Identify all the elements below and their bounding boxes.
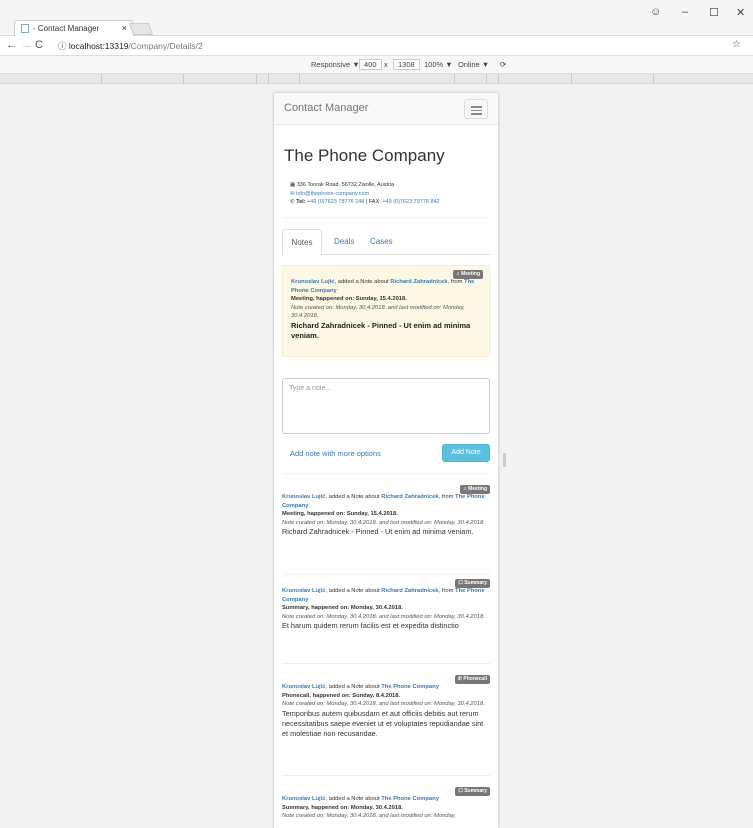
divider bbox=[282, 574, 490, 575]
app-navbar: Contact Manager bbox=[274, 93, 498, 125]
bookmark-star-icon[interactable]: ☆ bbox=[732, 39, 741, 50]
divider bbox=[284, 217, 488, 218]
pinned-note: ♫ Meeting Krunoslav Lujić, added a Note … bbox=[282, 265, 490, 357]
note-meta-text: , from bbox=[447, 279, 465, 285]
url-input[interactable]: ⓘ localhost:13319/Company/Details/2 bbox=[58, 39, 718, 53]
note-happened: Summary, happened on: Monday, 30.4.2018. bbox=[282, 605, 403, 611]
list-item: ✆ Phonecall Krunoslav Lujić, added a Not… bbox=[282, 675, 490, 739]
reload-icon[interactable]: C bbox=[35, 39, 43, 51]
dimension-separator: x bbox=[384, 60, 388, 69]
device-toolbar: Responsive ▼ 400 x 1308 100% ▼ Online ▼ … bbox=[0, 56, 753, 74]
tab-cases[interactable]: Cases bbox=[370, 229, 393, 255]
note-meta-text: , added a Note about bbox=[325, 684, 382, 690]
note-meta-text: , added a Note about bbox=[325, 588, 382, 594]
note-person-link[interactable]: Richard Zahradnicek bbox=[381, 588, 438, 594]
note-type-badge: ☐ Summary bbox=[455, 787, 490, 796]
note-created: Note created on: Monday, 30.4.2018. and … bbox=[282, 813, 456, 819]
company-address: 336 Toorak Road, 56732 Zwolle, Austria bbox=[296, 182, 395, 188]
viewport-width-input[interactable]: 400 bbox=[359, 59, 382, 70]
note-created: Note created on: Monday, 30.4.2018. and … bbox=[282, 519, 485, 526]
device-select[interactable]: Responsive ▼ bbox=[311, 60, 360, 69]
note-person-link[interactable]: Richard Zahradnicek bbox=[390, 279, 447, 285]
note-meta-text: , added a Note about bbox=[325, 494, 382, 500]
page-title: The Phone Company bbox=[284, 146, 445, 165]
browser-tab-strip: - Contact Manager × ☺ – ☐ ✕ bbox=[0, 0, 753, 36]
list-item: ♫ Meeting Krunoslav Lujić, added a Note … bbox=[282, 485, 490, 537]
list-item: ☐ Summary Krunoslav Lujić, added a Note … bbox=[282, 579, 490, 631]
url-host: localhost:13319 bbox=[68, 41, 129, 51]
tab-notes[interactable]: Notes bbox=[282, 229, 322, 255]
hamburger-menu-icon[interactable] bbox=[464, 99, 488, 119]
forward-icon[interactable]: → bbox=[21, 39, 32, 51]
fax-label: | FAX: bbox=[365, 199, 381, 205]
back-icon[interactable]: ← bbox=[6, 39, 17, 51]
list-item: ☐ Summary Krunoslav Lujić, added a Note … bbox=[282, 787, 490, 821]
media-query-ruler bbox=[0, 74, 753, 84]
note-happened: Meeting, happened on: Sunday, 15.4.2018. bbox=[291, 296, 407, 302]
note-author-link[interactable]: Krunoslav Lujić bbox=[282, 796, 326, 802]
divider bbox=[282, 663, 490, 664]
note-meta-text: , added a Note about bbox=[325, 796, 382, 802]
network-select[interactable]: Online ▼ bbox=[458, 60, 489, 69]
viewport-height-input[interactable]: 1308 bbox=[393, 59, 420, 70]
details-tabs: Notes Deals Cases bbox=[282, 229, 490, 255]
new-tab-button[interactable] bbox=[128, 23, 154, 35]
note-type-badge: ♫ Meeting bbox=[452, 270, 483, 279]
note-happened: Phonecall, happened on: Sunday, 8.4.2018… bbox=[282, 692, 401, 699]
emulated-viewport: Contact Manager The Phone Company ▦ 336 … bbox=[274, 93, 498, 828]
note-happened: Summary, happened on: Monday, 30.4.2018. bbox=[282, 804, 403, 811]
browser-tab[interactable]: - Contact Manager × bbox=[14, 20, 134, 36]
note-author-link[interactable]: Krunoslav Lujić bbox=[282, 494, 326, 500]
tab-title: - Contact Manager bbox=[33, 24, 100, 33]
building-icon: ▦ bbox=[290, 182, 297, 188]
tab-deals[interactable]: Deals bbox=[334, 229, 354, 255]
note-meta-text: , added a Note about bbox=[334, 279, 391, 285]
note-person-link[interactable]: Richard Zahradnicek bbox=[381, 494, 438, 500]
note-type-badge: ☐ Summary bbox=[455, 579, 490, 588]
note-happened: Meeting, happened on: Sunday, 15.4.2018. bbox=[282, 511, 398, 517]
note-company-link[interactable]: The Phone Company bbox=[381, 796, 439, 802]
note-company-link[interactable]: The Phone Company bbox=[381, 684, 439, 690]
address-bar: ← → C ⓘ localhost:13319/Company/Details/… bbox=[0, 36, 753, 56]
note-textarea[interactable]: Type a note... bbox=[282, 378, 490, 434]
tel-label: Tel: bbox=[296, 199, 306, 205]
fax-link[interactable]: +49 (0)7623 79776 842 bbox=[382, 199, 439, 205]
more-options-link[interactable]: Add note with more options bbox=[290, 449, 381, 458]
note-text: Et harum quidem rerum facilis est et exp… bbox=[282, 621, 459, 630]
divider bbox=[284, 473, 488, 474]
note-meta-text: , from bbox=[438, 588, 456, 594]
rotate-icon[interactable]: ⟳ bbox=[500, 60, 506, 69]
company-email-link[interactable]: info@thephone-company.com bbox=[296, 191, 369, 197]
divider bbox=[282, 775, 490, 776]
maximize-button[interactable]: ☐ bbox=[709, 6, 719, 19]
viewport-resize-handle[interactable] bbox=[503, 453, 506, 467]
zoom-select[interactable]: 100% ▼ bbox=[424, 60, 453, 69]
page-icon bbox=[21, 24, 29, 33]
tab-close-icon[interactable]: × bbox=[122, 21, 127, 36]
note-author-link[interactable]: Krunoslav Lujić bbox=[291, 279, 335, 285]
note-created: Note created on: Monday, 30.4.2018. and … bbox=[282, 701, 485, 707]
note-text: Richard Zahradnicek - Pinned - Ut enim a… bbox=[291, 320, 471, 340]
note-type-badge: ✆ Phonecall bbox=[454, 675, 490, 684]
note-meta-text: , from bbox=[438, 494, 456, 500]
tel-link[interactable]: +49 (0)7623 78776 248 bbox=[307, 199, 364, 205]
note-author-link[interactable]: Krunoslav Lujić bbox=[282, 684, 326, 690]
note-created: Note created on: Monday, 30.4.2018. and … bbox=[291, 304, 465, 320]
add-note-button[interactable]: Add Note bbox=[442, 444, 490, 462]
brand-link[interactable]: Contact Manager bbox=[284, 102, 368, 114]
note-text: Richard Zahradnicek - Pinned - Ut enim a… bbox=[282, 527, 474, 536]
note-created: Note created on: Monday, 30.4.2018. and … bbox=[282, 613, 485, 620]
note-type-badge: ♫ Meeting bbox=[459, 485, 490, 494]
minimize-button[interactable]: – bbox=[682, 6, 688, 18]
note-text: Temporibus autem quibusdam et aut offici… bbox=[282, 708, 484, 738]
url-path: /Company/Details/2 bbox=[128, 41, 203, 51]
info-icon: ⓘ bbox=[58, 41, 69, 51]
company-contact-info: ▦ 336 Toorak Road, 56732 Zwolle, Austria… bbox=[290, 181, 440, 207]
close-window-button[interactable]: ✕ bbox=[736, 6, 745, 19]
profile-icon[interactable]: ☺ bbox=[650, 6, 661, 18]
note-author-link[interactable]: Krunoslav Lujić bbox=[282, 588, 326, 594]
